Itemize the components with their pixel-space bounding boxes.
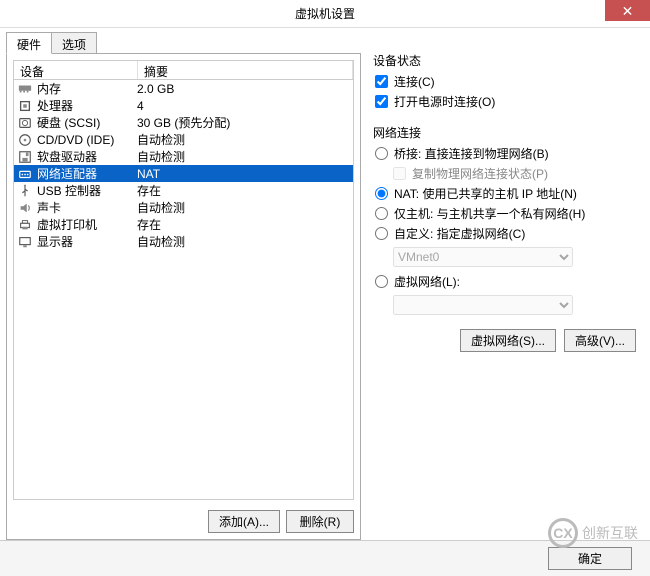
custom-row[interactable]: 自定义: 指定虚拟网络(C) (375, 225, 636, 242)
replicate-checkbox (393, 167, 406, 180)
cpu-icon (17, 98, 33, 114)
ok-button[interactable]: 确定 (548, 547, 632, 570)
advanced-button[interactable]: 高级(V)... (564, 329, 636, 352)
window-title: 虚拟机设置 (295, 5, 355, 22)
tab-options[interactable]: 选项 (51, 32, 97, 54)
device-label: 显示器 (37, 233, 137, 250)
device-row-cddvd[interactable]: CD/DVD (IDE)自动检测 (14, 131, 353, 148)
connected-row[interactable]: 连接(C) (375, 73, 636, 90)
device-row-cpu[interactable]: 处理器4 (14, 97, 353, 114)
device-row-display[interactable]: 显示器自动检测 (14, 233, 353, 250)
device-summary: 存在 (137, 216, 161, 233)
connected-checkbox[interactable] (375, 75, 388, 88)
device-summary: 自动检测 (137, 199, 185, 216)
lan-segments-button[interactable]: 虚拟网络(S)... (460, 329, 556, 352)
replicate-row: 复制物理网络连接状态(P) (393, 165, 636, 182)
sound-icon (17, 200, 33, 216)
device-label: 虚拟打印机 (37, 216, 137, 233)
device-summary: 自动检测 (137, 148, 185, 165)
device-label: 声卡 (37, 199, 137, 216)
device-summary: 自动检测 (137, 233, 185, 250)
custom-radio[interactable] (375, 227, 388, 240)
connect-at-poweron-label: 打开电源时连接(O) (394, 93, 495, 110)
net-icon (17, 166, 33, 182)
nat-label: NAT: 使用已共享的主机 IP 地址(N) (394, 185, 577, 202)
hostonly-radio[interactable] (375, 207, 388, 220)
device-list-buttons: 添加(A)... 删除(R) (13, 510, 354, 533)
network-buttons: 虚拟网络(S)... 高级(V)... (375, 329, 636, 352)
col-header-summary[interactable]: 摘要 (138, 61, 353, 79)
close-button[interactable]: ✕ (605, 0, 650, 21)
add-device-button[interactable]: 添加(A)... (208, 510, 280, 533)
device-row-floppy[interactable]: 软盘驱动器自动检测 (14, 148, 353, 165)
footer: 确定 (0, 540, 650, 576)
device-label: 软盘驱动器 (37, 148, 137, 165)
device-summary: NAT (137, 167, 160, 181)
bridged-label: 桥接: 直接连接到物理网络(B) (394, 145, 549, 162)
connect-at-poweron-checkbox[interactable] (375, 95, 388, 108)
cd-icon (17, 132, 33, 148)
tab-hardware[interactable]: 硬件 (6, 32, 52, 54)
titlebar: 虚拟机设置 ✕ (0, 0, 650, 28)
left-pane: 硬件 选项 设备 摘要 内存2.0 GB处理器4硬盘 (SCSI)30 GB (… (6, 32, 361, 538)
lan-segment-radio[interactable] (375, 275, 388, 288)
device-summary: 30 GB (预先分配) (137, 114, 230, 131)
hostonly-label: 仅主机: 与主机共享一个私有网络(H) (394, 205, 585, 222)
hostonly-row[interactable]: 仅主机: 与主机共享一个私有网络(H) (375, 205, 636, 222)
device-summary: 存在 (137, 182, 161, 199)
device-label: CD/DVD (IDE) (37, 133, 137, 147)
device-row-hdd[interactable]: 硬盘 (SCSI)30 GB (预先分配) (14, 114, 353, 131)
display-icon (17, 234, 33, 250)
lan-segment-select (393, 295, 573, 315)
device-summary: 自动检测 (137, 131, 185, 148)
lan-segment-label: 虚拟网络(L): (394, 273, 460, 290)
col-header-device[interactable]: 设备 (14, 61, 138, 79)
device-label: 网络适配器 (37, 165, 137, 182)
device-row-memory[interactable]: 内存2.0 GB (14, 80, 353, 97)
device-row-netadapter[interactable]: 网络适配器NAT (14, 165, 353, 182)
tabs: 硬件 选项 (6, 32, 361, 54)
device-row-sound[interactable]: 声卡自动检测 (14, 199, 353, 216)
device-list[interactable]: 内存2.0 GB处理器4硬盘 (SCSI)30 GB (预先分配)CD/DVD … (13, 80, 354, 500)
right-pane: 设备状态 连接(C) 打开电源时连接(O) 网络连接 桥接: 直接连接到物理网络… (361, 32, 644, 538)
bridged-radio[interactable] (375, 147, 388, 160)
bridged-row[interactable]: 桥接: 直接连接到物理网络(B) (375, 145, 636, 162)
connected-label: 连接(C) (394, 73, 435, 90)
content: 硬件 选项 设备 摘要 内存2.0 GB处理器4硬盘 (SCSI)30 GB (… (0, 28, 650, 538)
nat-row[interactable]: NAT: 使用已共享的主机 IP 地址(N) (375, 185, 636, 202)
device-label: 内存 (37, 80, 137, 97)
replicate-label: 复制物理网络连接状态(P) (412, 165, 548, 182)
hardware-tab-body: 设备 摘要 内存2.0 GB处理器4硬盘 (SCSI)30 GB (预先分配)C… (6, 53, 361, 540)
device-row-usb[interactable]: USB 控制器存在 (14, 182, 353, 199)
connect-at-poweron-row[interactable]: 打开电源时连接(O) (375, 93, 636, 110)
floppy-icon (17, 149, 33, 165)
network-title: 网络连接 (373, 124, 636, 141)
custom-label: 自定义: 指定虚拟网络(C) (394, 225, 525, 242)
lan-segment-row[interactable]: 虚拟网络(L): (375, 273, 636, 290)
device-summary: 4 (137, 99, 144, 113)
device-summary: 2.0 GB (137, 82, 174, 96)
device-label: USB 控制器 (37, 182, 137, 199)
memory-icon (17, 81, 33, 97)
device-row-printer[interactable]: 虚拟打印机存在 (14, 216, 353, 233)
usb-icon (17, 183, 33, 199)
remove-device-button[interactable]: 删除(R) (286, 510, 354, 533)
printer-icon (17, 217, 33, 233)
hdd-icon (17, 115, 33, 131)
group-network-connection: 网络连接 桥接: 直接连接到物理网络(B) 复制物理网络连接状态(P) NAT:… (373, 124, 636, 352)
device-list-header: 设备 摘要 (13, 60, 354, 80)
custom-network-select: VMnet0 (393, 247, 573, 267)
device-label: 处理器 (37, 97, 137, 114)
group-device-status: 设备状态 连接(C) 打开电源时连接(O) (373, 52, 636, 110)
device-label: 硬盘 (SCSI) (37, 114, 137, 131)
nat-radio[interactable] (375, 187, 388, 200)
device-status-title: 设备状态 (373, 52, 636, 69)
